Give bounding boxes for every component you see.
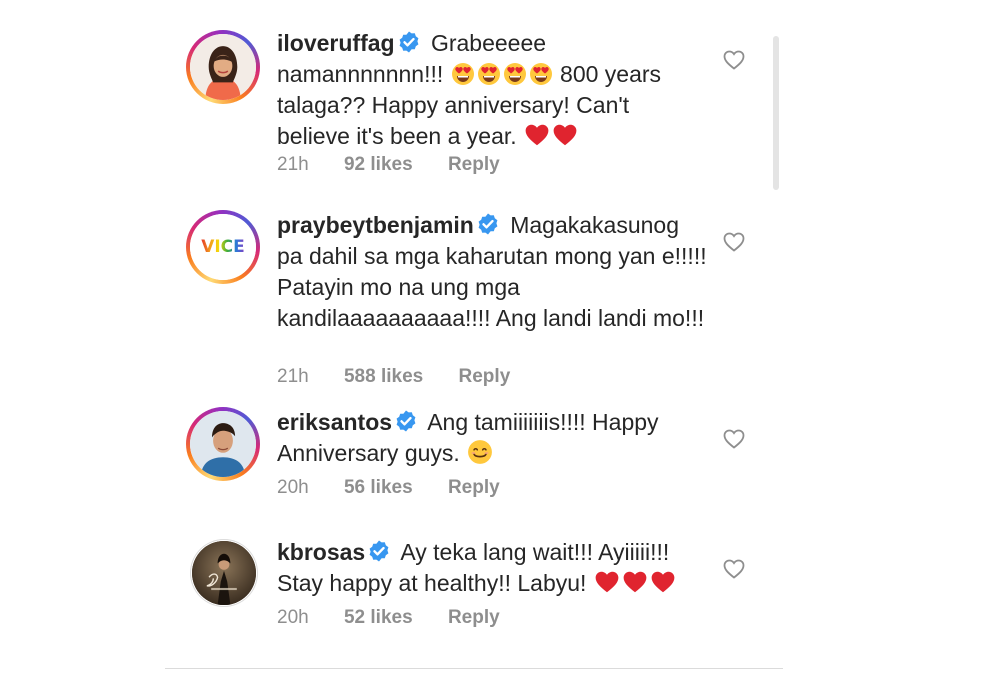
avatar[interactable]: [186, 30, 260, 104]
avatar[interactable]: [190, 539, 258, 607]
red-heart-emoji: [593, 570, 677, 596]
likes-count[interactable]: 56 likes: [344, 477, 413, 498]
avatar-photo: [192, 541, 256, 605]
comment-item: VICE praybeytbenjamin Magakakasunog pa d…: [186, 210, 746, 390]
reply-button[interactable]: Reply: [459, 366, 511, 387]
avatar-vice-logo: VICE: [190, 214, 256, 280]
verified-badge-icon: [394, 409, 418, 433]
comment-body: eriksantos Ang tamiiiiiiis!!!! Happy Ann…: [277, 407, 707, 469]
comment-body: praybeytbenjamin Magakakasunog pa dahil …: [277, 210, 707, 334]
avatar[interactable]: VICE: [186, 210, 260, 284]
likes-count[interactable]: 588 likes: [344, 366, 423, 387]
comment-meta: 21h 588 likes Reply: [277, 366, 540, 388]
comment-item: eriksantos Ang tamiiiiiiis!!!! Happy Ann…: [186, 407, 746, 507]
red-heart-emoji: [523, 123, 579, 149]
comment-username[interactable]: praybeytbenjamin: [277, 212, 474, 238]
heart-outline-icon[interactable]: [722, 230, 746, 254]
comment-meta: 20h 56 likes Reply: [277, 477, 530, 499]
likes-count[interactable]: 52 likes: [344, 607, 413, 628]
comment-body: kbrosas Ay teka lang wait!!! Ayiiiii!!! …: [277, 537, 707, 599]
comment-username[interactable]: iloveruffag: [277, 30, 395, 56]
avatar[interactable]: [186, 407, 260, 481]
divider: [165, 668, 783, 669]
comment-item: iloveruffag Grabeeeee namannnnnnn!!! 800…: [186, 28, 746, 188]
comment-body: iloveruffag Grabeeeee namannnnnnn!!! 800…: [277, 28, 707, 152]
likes-count[interactable]: 92 likes: [344, 154, 413, 175]
verified-badge-icon: [367, 539, 391, 563]
comment-time: 21h: [277, 366, 309, 387]
comment-meta: 21h 92 likes Reply: [277, 154, 530, 176]
reply-button[interactable]: Reply: [448, 477, 500, 498]
comment-time: 20h: [277, 607, 309, 628]
comment-item: kbrosas Ay teka lang wait!!! Ayiiiii!!! …: [186, 537, 746, 637]
verified-badge-icon: [476, 212, 500, 236]
comment-username[interactable]: kbrosas: [277, 539, 365, 565]
comment-time: 21h: [277, 154, 309, 175]
scrollbar[interactable]: [773, 36, 779, 190]
heart-outline-icon[interactable]: [722, 557, 746, 581]
avatar-photo: [190, 34, 256, 100]
comment-username[interactable]: eriksantos: [277, 409, 392, 435]
reply-button[interactable]: Reply: [448, 154, 500, 175]
heart-outline-icon[interactable]: [722, 48, 746, 72]
heart-eyes-emoji: [450, 61, 554, 87]
verified-badge-icon: [397, 30, 421, 54]
heart-outline-icon[interactable]: [722, 427, 746, 451]
comment-meta: 20h 52 likes Reply: [277, 607, 530, 629]
smiling-face-emoji: [467, 439, 493, 465]
avatar-photo: [190, 411, 256, 477]
reply-button[interactable]: Reply: [448, 607, 500, 628]
comment-time: 20h: [277, 477, 309, 498]
